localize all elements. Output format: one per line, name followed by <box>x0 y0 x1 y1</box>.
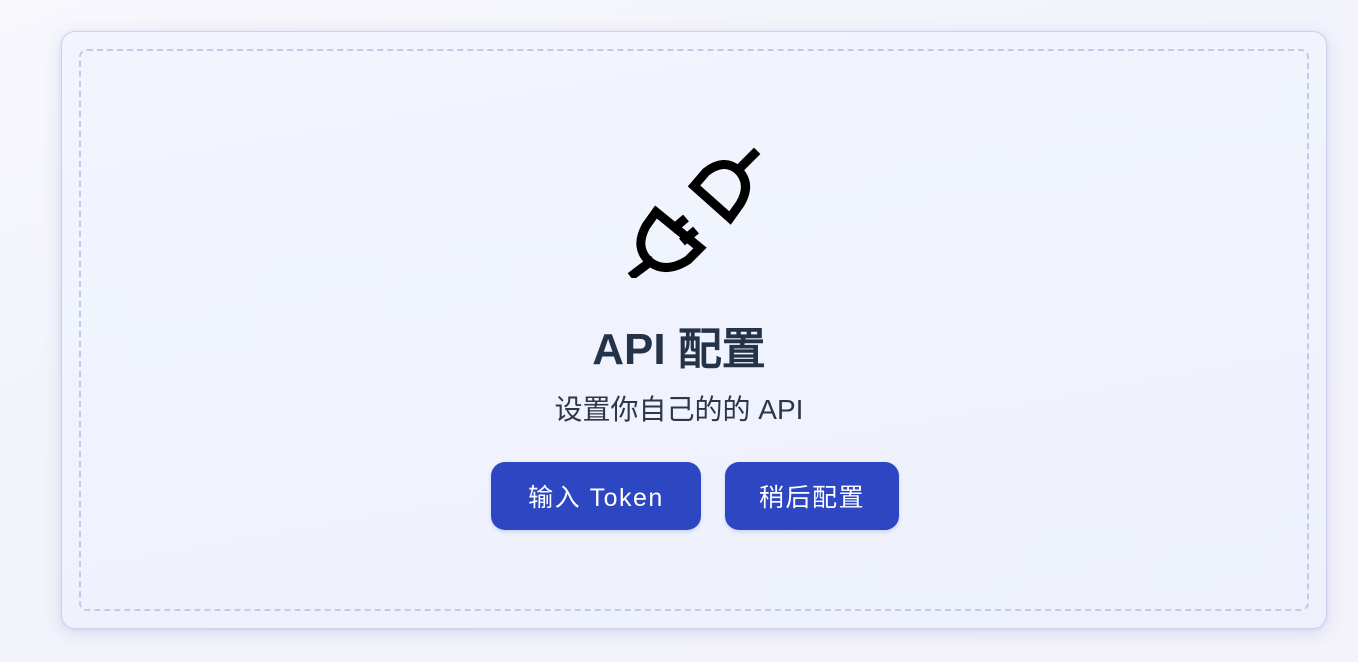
plug-icon <box>627 147 761 278</box>
page-subtitle: 设置你自己的的 API <box>554 394 804 425</box>
enter-token-button[interactable]: 输入 Token <box>491 462 701 530</box>
configure-later-button[interactable]: 稍后配置 <box>725 462 899 530</box>
page-title: API 配置 <box>592 325 766 374</box>
page: API 配置 设置你自己的的 API 输入 Token 稍后配置 <box>0 0 1358 662</box>
